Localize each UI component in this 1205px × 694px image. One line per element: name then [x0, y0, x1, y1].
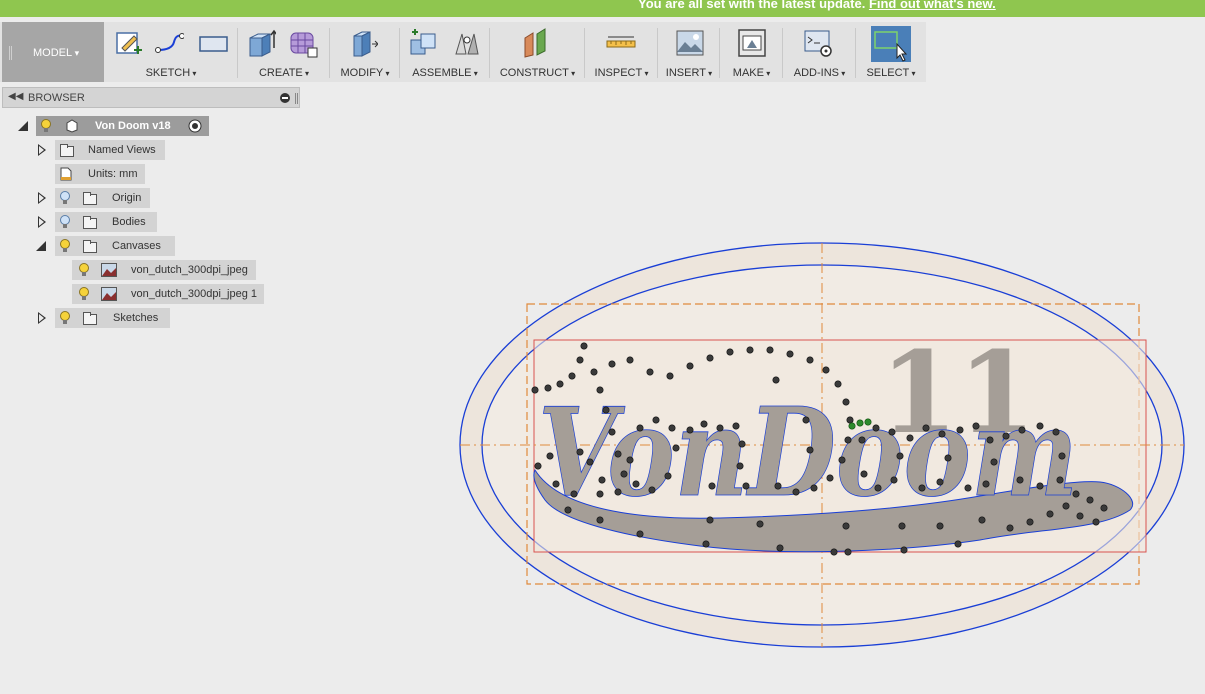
- update-banner: You are all set with the latest update. …: [0, 0, 1205, 17]
- folder-icon: [83, 240, 97, 253]
- modify-group: MODIFY: [330, 22, 400, 82]
- make-menu[interactable]: MAKE: [720, 67, 783, 79]
- canvas-image-frame: [533, 339, 1147, 553]
- folder-icon: [83, 216, 97, 229]
- press-pull-icon[interactable]: [348, 28, 378, 58]
- visibility-bulb-icon[interactable]: [79, 287, 89, 301]
- logo-number: 11: [880, 328, 1036, 459]
- create-group: CREATE: [238, 22, 330, 82]
- toolbar-grip[interactable]: [9, 46, 12, 60]
- construct-menu[interactable]: CONSTRUCT: [490, 67, 585, 79]
- add-ins-group: ADD-INS: [783, 22, 856, 82]
- assemble-group: ASSEMBLE: [400, 22, 490, 82]
- visibility-bulb-icon[interactable]: [60, 311, 70, 325]
- image-canvas-icon: [101, 287, 117, 301]
- folder-icon: [83, 192, 97, 205]
- image-canvas-icon: [101, 263, 117, 277]
- sketch-menu[interactable]: SKETCH: [104, 67, 238, 79]
- canvas-bounds-dashed: [526, 303, 1140, 585]
- scripts-icon[interactable]: [803, 28, 833, 58]
- modify-menu[interactable]: MODIFY: [330, 67, 400, 79]
- construct-group: CONSTRUCT: [490, 22, 585, 82]
- expand-collapse-icon[interactable]: [38, 192, 46, 204]
- visibility-bulb-icon[interactable]: [79, 263, 89, 277]
- extrude-icon[interactable]: [246, 28, 276, 58]
- sketch-points[interactable]: [531, 342, 1108, 556]
- tree-item-canvases[interactable]: Canvases: [36, 236, 236, 256]
- tree-item-origin[interactable]: Origin: [36, 188, 236, 208]
- expand-collapse-icon[interactable]: [18, 121, 28, 131]
- sketch-group: SKETCH: [104, 22, 238, 82]
- assemble-menu[interactable]: ASSEMBLE: [400, 67, 490, 79]
- select-menu[interactable]: SELECT: [856, 67, 926, 79]
- add-ins-menu[interactable]: ADD-INS: [783, 67, 856, 79]
- insert-group: INSERT: [658, 22, 720, 82]
- browser-panel-header: ◀◀ BROWSER: [2, 87, 300, 108]
- make-group: MAKE: [720, 22, 783, 82]
- inspect-group: INSPECT: [585, 22, 658, 82]
- tree-item-label: Canvases: [112, 240, 161, 252]
- create-menu[interactable]: CREATE: [238, 67, 330, 79]
- swoosh-underline: [533, 468, 1133, 553]
- visibility-bulb-icon[interactable]: [60, 215, 70, 229]
- form-icon[interactable]: [288, 28, 318, 58]
- expand-collapse-icon[interactable]: [38, 216, 46, 228]
- browser-title: BROWSER: [28, 92, 85, 104]
- tree-item-named-views[interactable]: Named Views: [36, 140, 236, 160]
- expand-collapse-icon[interactable]: [38, 312, 46, 324]
- tree-item-label: Units: mm: [88, 168, 138, 180]
- tree-item-canvas-image[interactable]: von_dutch_300dpi_jpeg 1: [72, 284, 272, 304]
- tree-item-label: Origin: [112, 192, 142, 204]
- workspace-label: MODEL: [33, 47, 79, 59]
- tree-root[interactable]: Von Doom v18: [16, 116, 216, 136]
- selected-sketch-points[interactable]: [848, 418, 872, 430]
- tree-item-canvas-image[interactable]: von_dutch_300dpi_jpeg: [72, 260, 272, 280]
- collapse-panel-icon[interactable]: ◀◀: [8, 91, 23, 102]
- main-toolbar: MODEL SKETCH CREATE: [0, 22, 926, 82]
- visibility-bulb-icon[interactable]: [60, 191, 70, 205]
- folder-icon: [60, 144, 74, 157]
- insert-menu[interactable]: INSERT: [658, 67, 720, 79]
- line-tool-icon[interactable]: [154, 28, 184, 58]
- visibility-bulb-icon[interactable]: [41, 119, 51, 133]
- tree-item-label: Bodies: [112, 216, 146, 228]
- tree-item-label: von_dutch_300dpi_jpeg: [131, 264, 248, 276]
- workspace-switcher[interactable]: MODEL: [2, 22, 104, 82]
- panel-resize-grip[interactable]: [295, 93, 298, 104]
- tree-item-label: Named Views: [88, 144, 156, 156]
- select-icon[interactable]: [871, 26, 911, 62]
- tree-item-label: Sketches: [113, 312, 159, 324]
- 3d-print-icon[interactable]: [737, 28, 767, 58]
- joint-icon[interactable]: [452, 28, 482, 58]
- tree-item-label: von_dutch_300dpi_jpeg 1: [131, 288, 258, 300]
- activate-radio-icon[interactable]: [188, 119, 202, 133]
- offset-plane-icon[interactable]: [522, 28, 552, 58]
- create-sketch-icon[interactable]: [114, 28, 144, 58]
- outer-ellipse: [459, 242, 1185, 648]
- update-message-row: You are all set with the latest update. …: [638, 0, 996, 11]
- minimize-panel-icon[interactable]: [280, 93, 290, 103]
- tree-item-units[interactable]: Units: mm: [36, 164, 236, 184]
- tree-item-sketches[interactable]: Sketches: [36, 308, 236, 328]
- component-icon: [66, 119, 78, 133]
- insert-image-icon[interactable]: [675, 28, 705, 58]
- update-message: You are all set with the latest update.: [638, 0, 866, 11]
- root-label: Von Doom v18: [95, 120, 171, 132]
- rectangle-tool-icon[interactable]: [198, 28, 228, 58]
- visibility-bulb-icon[interactable]: [60, 239, 70, 253]
- inspect-menu[interactable]: INSPECT: [585, 67, 658, 79]
- new-component-icon[interactable]: [408, 28, 438, 58]
- inner-ellipse: [481, 264, 1163, 626]
- expand-collapse-icon[interactable]: [36, 241, 46, 251]
- expand-collapse-icon[interactable]: [38, 144, 46, 156]
- measure-icon[interactable]: [606, 28, 636, 58]
- whats-new-link[interactable]: Find out what's new.: [869, 0, 996, 11]
- tree-item-bodies[interactable]: Bodies: [36, 212, 236, 232]
- units-document-icon: [60, 167, 72, 181]
- folder-icon: [83, 312, 97, 325]
- logo-script-text: VonDoom: [538, 380, 1078, 524]
- select-group: SELECT: [856, 22, 926, 82]
